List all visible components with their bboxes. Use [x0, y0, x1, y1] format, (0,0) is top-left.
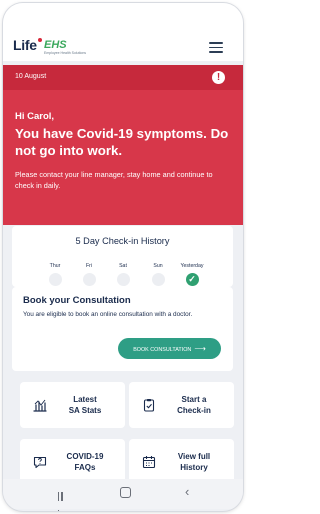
status-message: Please contact your line manager, stay h… [15, 170, 213, 190]
day-fri: Fri [74, 263, 104, 286]
day-label: Fri [85, 263, 93, 269]
checkin-history-card: 5 Day Check-in History Thur Fri Sat Sun … [12, 226, 233, 287]
tile-label-line2: SA Stats [68, 406, 102, 415]
logo-dot [37, 38, 42, 42]
back-icon[interactable]: ‹ [185, 484, 189, 499]
checkin-history-title: 5 Day Check-in History [75, 236, 170, 246]
day-thur: Thur [40, 263, 70, 286]
book-consultation-button[interactable]: BOOK CONSULTATION ⟶ [118, 338, 221, 359]
tile-label: Latest SA Stats [50, 394, 120, 416]
system-navigation-bar: ‹ [3, 479, 243, 511]
date-strip: 10 August ! [3, 65, 243, 90]
logo-main-text: Life [13, 37, 37, 53]
consultation-card: Book your Consultation You are eligible … [12, 287, 233, 371]
day-status-dot [82, 273, 96, 286]
day-status-dot [48, 273, 62, 286]
logo-tagline: Employee Health Solutions [44, 51, 87, 55]
status-headline: You have Covid-19 symptoms. Do not go in… [15, 126, 229, 158]
start-checkin-tile[interactable]: Start a Check-in [129, 382, 234, 428]
day-status-dot [151, 273, 165, 286]
greeting: Hi Carol, [15, 111, 55, 122]
day-sun: Sun [143, 263, 173, 286]
day-sat: Sat [108, 263, 138, 286]
day-status-dot [116, 273, 130, 286]
tile-label: COVID-19 FAQs [50, 451, 120, 473]
day-label: Sun [153, 263, 163, 269]
phone-frame: Life EHS Employee Health Solutions 10 Au… [3, 3, 243, 511]
clipboard-check-icon [143, 399, 155, 412]
consultation-title: Book your Consultation [23, 295, 131, 306]
recents-icon[interactable] [58, 488, 68, 511]
tile-label-line2: History [180, 463, 208, 472]
current-date: 10 August [15, 73, 47, 80]
tile-label-line1: View full [177, 452, 211, 461]
calendar-icon [142, 456, 156, 469]
check-circle-icon: ✓ [185, 273, 199, 286]
tile-label-line1: COVID-19 [66, 452, 104, 461]
consultation-text: You are eligible to book an online consu… [23, 311, 193, 318]
app-logo[interactable]: Life EHS Employee Health Solutions [13, 37, 86, 55]
tile-label: Start a Check-in [159, 394, 229, 416]
app-header: Life EHS Employee Health Solutions [3, 3, 243, 61]
tile-label-line2: Check-in [177, 406, 211, 415]
tile-label-line2: FAQs [74, 463, 96, 472]
home-icon[interactable] [120, 487, 131, 498]
status-banner: 10 August ! Hi Carol, You have Covid-19 … [3, 65, 243, 225]
day-label: Sat [119, 263, 127, 269]
alert-icon[interactable]: ! [212, 71, 225, 84]
logo-sub-text: EHS [44, 39, 67, 51]
tile-label-line1: Start a [181, 395, 207, 404]
day-yesterday: Yesterday ✓ [177, 263, 207, 286]
book-consultation-label: BOOK CONSULTATION [133, 347, 192, 353]
tile-label: View full History [159, 451, 229, 473]
day-label: Thur [49, 263, 61, 269]
arrow-right-icon: ⟶ [194, 344, 206, 353]
hamburger-menu-icon[interactable] [209, 42, 223, 53]
latest-sa-stats-tile[interactable]: Latest SA Stats [20, 382, 125, 428]
tile-label-line1: Latest [73, 395, 97, 404]
day-label: Yesterday [180, 263, 204, 269]
question-chat-icon [33, 456, 47, 469]
bar-chart-icon [33, 399, 47, 412]
